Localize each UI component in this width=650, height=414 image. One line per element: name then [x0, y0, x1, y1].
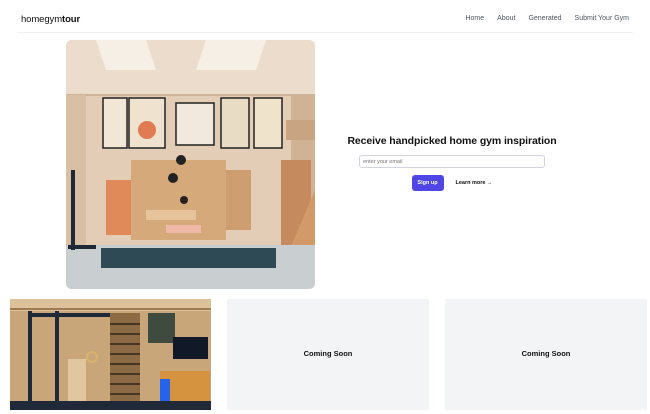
nav-links: Home About Generated Submit Your Gym: [465, 15, 629, 22]
nav-link-generated[interactable]: Generated: [528, 15, 561, 22]
gym-card-placeholder[interactable]: Coming Soon: [445, 299, 647, 410]
gym-card-placeholder[interactable]: Coming Soon: [227, 299, 429, 410]
nav-link-submit-your-gym[interactable]: Submit Your Gym: [575, 15, 629, 22]
nav-link-home[interactable]: Home: [465, 15, 484, 22]
hero-gym-image: [66, 40, 315, 289]
brand-name-regular: homegym: [21, 14, 63, 25]
brand-name-bold: tour: [62, 14, 81, 25]
email-input[interactable]: [359, 155, 545, 168]
hero-gym-illustration: [66, 40, 315, 289]
coming-soon-label: Coming Soon: [521, 349, 571, 358]
gym-card-illustration: [10, 299, 211, 410]
gym-card-photo[interactable]: [10, 299, 211, 410]
newsletter-heading: Receive handpicked home gym inspiration: [347, 135, 557, 147]
navbar-divider: [17, 32, 633, 33]
sign-up-button[interactable]: Sign up: [411, 175, 444, 191]
coming-soon-label: Coming Soon: [303, 349, 353, 358]
newsletter-actions: Sign up Learn more →: [327, 175, 577, 191]
brand-logo[interactable]: homegymtour: [21, 14, 80, 25]
learn-more-link[interactable]: Learn more →: [456, 180, 493, 186]
nav-link-about[interactable]: About: [497, 15, 515, 22]
top-navbar: homegymtour Home About Generated Submit …: [0, 0, 650, 34]
newsletter-section: Receive handpicked home gym inspiration …: [327, 135, 577, 191]
